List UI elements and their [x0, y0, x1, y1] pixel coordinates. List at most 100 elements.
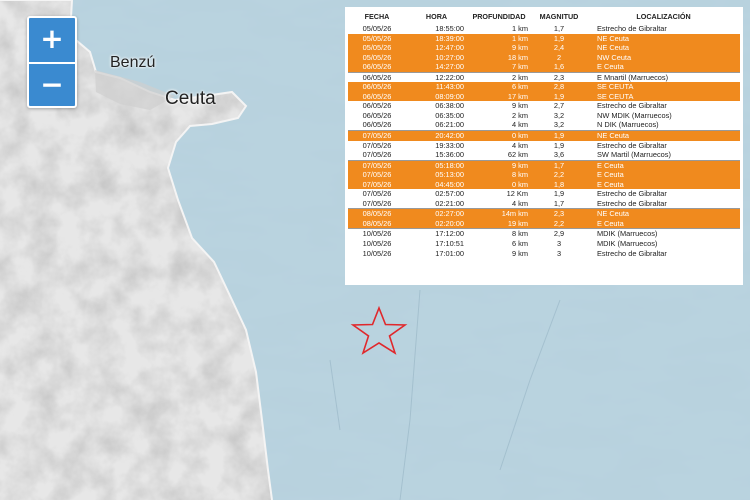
cell-magnitud: 2,9 — [531, 228, 587, 240]
table-row: 10/05/26 17:01:00 9 km 3 Estrecho de Gibralt… — [348, 249, 740, 259]
epicenter-star-icon[interactable] — [350, 306, 408, 356]
header-profundidad: PROFUNDIDAD — [472, 12, 526, 21]
cell-localizacion: NE Ceuta — [587, 43, 740, 53]
cell-fecha: 06/05/26 — [348, 82, 406, 92]
cell-profundidad: 18 km — [467, 52, 531, 63]
cell-localizacion: MDIK (Marruecos) — [597, 239, 658, 249]
cell-hora: 19:33:00 — [435, 140, 464, 150]
cell-profundidad: 14m km — [467, 208, 531, 219]
cell-profundidad: 8 km — [467, 170, 531, 180]
cell-localizacion: NW Ceuta — [587, 52, 740, 63]
cell-hora: 18:39:00 — [406, 33, 467, 44]
header-hora: HORA — [425, 12, 448, 21]
table-row: 07/05/26 15:36:00 62 km 3,6 SW Martil (Marru… — [348, 150, 740, 160]
cell-localizacion: SW Martil (Marruecos) — [597, 150, 671, 160]
table-row: 07/05/26 02:21:00 4 km 1,7 Estrecho de Gibra… — [348, 199, 740, 209]
cell-hora: 02:21:00 — [435, 198, 464, 208]
cell-hora: 08:09:00 — [406, 91, 467, 102]
table-row: 05/05/26 18:55:00 1 km 1,7 Estrecho de Gibra… — [348, 24, 740, 34]
cell-magnitud: 1,7 — [553, 24, 565, 33]
cell-hora: 02:27:00 — [406, 208, 467, 219]
cell-magnitud: 2,3 — [531, 208, 587, 219]
place-label-ceuta: Ceuta — [165, 88, 216, 109]
table-row: 05/05/26 12:47:00 9 km 2,4 NE Ceuta — [348, 43, 740, 53]
cell-profundidad: 12 Km — [506, 189, 528, 199]
cell-localizacion: E Ceuta — [587, 218, 740, 229]
cell-magnitud: 2,2 — [531, 170, 587, 180]
cell-hora: 11:43:00 — [406, 82, 467, 92]
cell-fecha: 07/05/26 — [362, 189, 392, 199]
header-localizacion: LOCALIZACIÓN — [636, 12, 691, 21]
cell-fecha: 06/05/26 — [362, 110, 392, 120]
cell-fecha: 05/05/26 — [362, 24, 392, 33]
earthquake-table-panel: FECHA HORA PROFUNDIDAD MAGNITUD LOCALIZA… — [345, 7, 743, 285]
cell-fecha: 10/05/26 — [362, 248, 392, 258]
cell-magnitud: 2,8 — [531, 82, 587, 92]
cell-magnitud: 2,7 — [553, 101, 565, 111]
table-row: 07/05/26 04:45:00 0 km 1,8 E Ceuta — [348, 179, 740, 190]
table-row: 07/05/26 05:18:00 9 km 1,7 E Ceuta — [348, 159, 740, 171]
cell-hora: 02:57:00 — [435, 189, 464, 199]
cell-hora: 05:13:00 — [406, 170, 467, 180]
cell-hora: 06:21:00 — [435, 120, 464, 130]
cell-hora: 12:22:00 — [406, 71, 467, 83]
table-header-row: FECHA HORA PROFUNDIDAD MAGNITUD LOCALIZA… — [348, 11, 740, 24]
cell-profundidad: 4 km — [511, 120, 528, 130]
table-row: 06/05/26 06:35:00 2 km 3,2 NW MDIK (Marrueco… — [348, 111, 740, 121]
cell-profundidad: 0 km — [467, 130, 531, 141]
table-row: 06/05/26 11:43:00 6 km 2,8 SE CEUTA — [348, 82, 740, 92]
cell-hora: 17:10:51 — [435, 239, 464, 249]
cell-hora: 02:20:00 — [406, 218, 467, 229]
cell-localizacion: NW MDIK (Marruecos) — [597, 110, 672, 120]
cell-localizacion: NE Ceuta — [587, 130, 740, 141]
zoom-in-button[interactable]: + — [29, 18, 75, 62]
cell-hora: 14:27:00 — [406, 62, 467, 73]
cell-hora: 15:36:00 — [435, 150, 464, 160]
table-row: 06/05/26 06:38:00 9 km 2,7 Estrecho de Gibra… — [348, 101, 740, 111]
cell-magnitud: 1,9 — [531, 130, 587, 141]
cell-hora: 18:55:00 — [435, 24, 464, 33]
cell-localizacion: N DIK (Marruecos) — [597, 120, 659, 130]
cell-profundidad: 19 km — [467, 218, 531, 229]
cell-localizacion: E Ceuta — [587, 159, 740, 171]
zoom-out-button[interactable]: − — [29, 62, 75, 106]
cell-localizacion: NE Ceuta — [587, 33, 740, 44]
cell-localizacion: E Mnartil (Marruecos) — [587, 71, 740, 83]
cell-fecha: 05/05/26 — [348, 52, 406, 63]
cell-magnitud: 1,8 — [531, 179, 587, 190]
cell-profundidad: 4 km — [511, 140, 528, 150]
cell-fecha: 05/05/26 — [348, 33, 406, 44]
cell-hora: 12:47:00 — [406, 43, 467, 53]
cell-fecha: 07/05/26 — [348, 130, 406, 141]
cell-localizacion: E Ceuta — [587, 170, 740, 180]
place-label-benzu: Benzú — [110, 54, 156, 71]
cell-magnitud: 3,6 — [553, 150, 565, 160]
cell-fecha: 07/05/26 — [348, 179, 406, 190]
cell-hora: 06:35:00 — [435, 110, 464, 120]
cell-magnitud: 2,2 — [531, 218, 587, 229]
cell-fecha: 06/05/26 — [348, 71, 406, 83]
cell-localizacion: E Ceuta — [587, 179, 740, 190]
cell-profundidad: 9 km — [467, 159, 531, 171]
cell-fecha: 06/05/26 — [362, 120, 392, 130]
cell-profundidad: 9 km — [511, 248, 528, 258]
cell-fecha: 10/05/26 — [362, 239, 392, 249]
cell-profundidad: 17 km — [467, 91, 531, 102]
cell-profundidad: 4 km — [511, 198, 528, 208]
cell-fecha: 08/05/26 — [348, 208, 406, 219]
cell-hora: 17:12:00 — [406, 228, 467, 240]
table-row: 07/05/26 05:13:00 8 km 2,2 E Ceuta — [348, 170, 740, 180]
cell-profundidad: 7 km — [467, 62, 531, 73]
cell-localizacion: Estrecho de Gibraltar — [597, 101, 667, 111]
zoom-control: + − — [27, 16, 77, 108]
table-row: 06/05/26 14:27:00 7 km 1,6 E Ceuta — [348, 62, 740, 73]
table-row: 07/05/26 19:33:00 4 km 1,9 Estrecho de Gibra… — [348, 141, 740, 151]
cell-profundidad: 1 km — [511, 24, 528, 33]
cell-profundidad: 1 km — [467, 33, 531, 44]
cell-magnitud: 2 — [531, 52, 587, 63]
table-row: 07/05/26 20:42:00 0 km 1,9 NE Ceuta — [348, 130, 740, 141]
cell-magnitud: 1,7 — [553, 198, 565, 208]
cell-magnitud: 1,6 — [531, 62, 587, 73]
cell-fecha: 08/05/26 — [348, 218, 406, 229]
cell-magnitud: 3 — [556, 248, 562, 258]
